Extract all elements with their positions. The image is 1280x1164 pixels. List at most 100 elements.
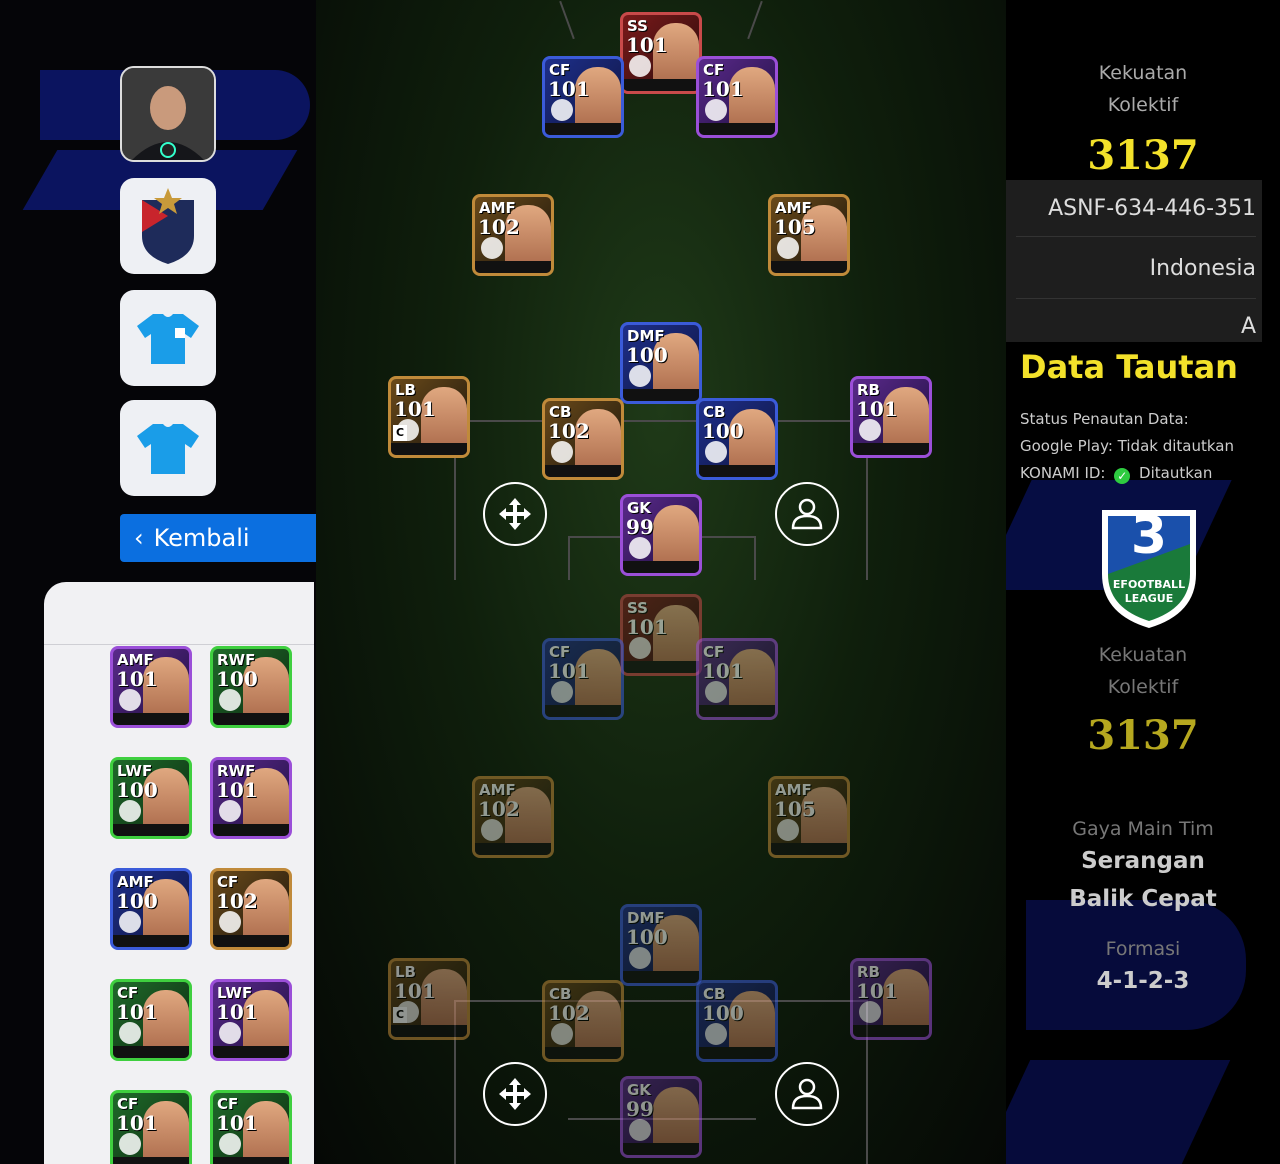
player-card[interactable]: AMF 102	[472, 194, 554, 276]
pitch-line	[454, 1000, 866, 1002]
captain-mark: C	[393, 425, 407, 441]
player-card[interactable]: SS 101	[620, 594, 702, 676]
shirt-icon	[137, 314, 199, 364]
rank: A	[1240, 314, 1256, 339]
card-skill-bar	[113, 935, 189, 947]
card-skill-bar	[623, 1143, 699, 1155]
player-rating: 101	[702, 659, 744, 683]
player-card[interactable]: AMF 102	[472, 776, 554, 858]
background-decoration	[1026, 900, 1246, 1030]
card-skill-bar	[623, 389, 699, 401]
club-badge-icon	[551, 441, 573, 463]
konami-id-status: KONAMI ID: ✓ Ditautkan	[1020, 464, 1212, 484]
card-skill-bar	[545, 1047, 621, 1059]
player-rating: 101	[394, 979, 436, 1003]
home-kit-button[interactable]	[120, 290, 216, 386]
player-rating: 101	[216, 778, 258, 802]
move-arrows-icon	[499, 1078, 531, 1110]
data-link-title: Data Tautan	[1020, 348, 1238, 386]
player-info-button[interactable]	[775, 1062, 839, 1126]
player-card[interactable]: CF 101	[110, 979, 192, 1061]
player-card[interactable]: CF 101	[696, 56, 778, 138]
konami-id-label: KONAMI ID:	[1020, 464, 1106, 482]
move-players-button[interactable]	[483, 1062, 547, 1126]
club-badge-icon	[629, 365, 651, 387]
player-rating: 102	[478, 215, 520, 239]
club-badge-icon	[777, 819, 799, 841]
player-info-button[interactable]	[775, 482, 839, 546]
move-players-button[interactable]	[483, 482, 547, 546]
player-card[interactable]: RWF 101	[210, 757, 292, 839]
club-badge-icon	[551, 1023, 573, 1045]
player-card[interactable]: LWF 100	[110, 757, 192, 839]
club-badge-icon	[705, 99, 727, 121]
card-skill-bar	[213, 1157, 289, 1164]
player-card[interactable]: CF 101	[110, 1090, 192, 1164]
player-card[interactable]: LB 101 C	[388, 376, 470, 458]
pitch-line	[559, 0, 575, 40]
player-rating: 101	[856, 397, 898, 421]
player-rating: 101	[116, 1000, 158, 1024]
card-skill-bar	[771, 843, 847, 855]
player-card[interactable]: CB 100	[696, 398, 778, 480]
club-badge-icon	[629, 1119, 651, 1141]
club-badge-icon	[219, 1133, 241, 1155]
panel-divider	[44, 644, 314, 645]
player-card[interactable]: RB 101	[850, 376, 932, 458]
club-badge-icon	[859, 1001, 881, 1023]
player-card[interactable]: RB 101	[850, 958, 932, 1040]
card-skill-bar	[853, 443, 929, 455]
player-card[interactable]: AMF 105	[768, 194, 850, 276]
club-badge-icon	[481, 237, 503, 259]
player-rating: 101	[856, 979, 898, 1003]
manager-button[interactable]	[120, 66, 216, 162]
back-button[interactable]: ‹ Kembali	[120, 514, 316, 562]
player-card[interactable]: CF 101	[210, 1090, 292, 1164]
club-badge-icon	[481, 819, 503, 841]
club-badge-icon	[705, 1023, 727, 1045]
player-card[interactable]: CF 101	[542, 638, 624, 720]
player-portrait	[653, 1087, 699, 1145]
club-badge-icon	[705, 441, 727, 463]
card-skill-bar	[213, 1046, 289, 1058]
player-card[interactable]: LWF 101	[210, 979, 292, 1061]
player-card[interactable]: GK 99	[620, 1076, 702, 1158]
left-panel: ‹ Kembali AMF 101 RWF 100 LWF 100 RWF 101 AMF 100…	[0, 0, 316, 1164]
card-skill-bar	[213, 713, 289, 725]
player-card[interactable]: CB 102	[542, 980, 624, 1062]
card-skill-bar	[699, 1047, 775, 1059]
player-card[interactable]: AMF 105	[768, 776, 850, 858]
player-card[interactable]: CF 102	[210, 868, 292, 950]
player-card[interactable]: SS 101	[620, 12, 702, 94]
club-crest-icon	[142, 188, 194, 264]
away-kit-button[interactable]	[120, 400, 216, 496]
card-skill-bar	[113, 824, 189, 836]
player-rating: 102	[478, 797, 520, 821]
player-rating: 100	[626, 925, 668, 949]
player-card[interactable]: CF 101	[696, 638, 778, 720]
background-decoration	[1006, 1060, 1231, 1164]
player-card[interactable]: AMF 101	[110, 646, 192, 728]
player-card[interactable]: DMF 100	[620, 322, 702, 404]
player-card[interactable]: LB 101 C	[388, 958, 470, 1040]
card-skill-bar	[113, 713, 189, 725]
card-skill-bar	[113, 1046, 189, 1058]
card-skill-bar	[475, 261, 551, 273]
team-strength-label: Kekuatan	[1098, 62, 1188, 84]
player-rating: 101	[116, 1111, 158, 1135]
divider	[1016, 236, 1256, 237]
player-card[interactable]: AMF 100	[110, 868, 192, 950]
card-skill-bar	[623, 79, 699, 91]
club-badge-icon	[629, 55, 651, 77]
club-badge-icon	[629, 537, 651, 559]
player-card[interactable]: GK 99	[620, 494, 702, 576]
player-card[interactable]: CF 101	[542, 56, 624, 138]
player-card[interactable]: CB 100	[696, 980, 778, 1062]
player-card[interactable]: CB 102	[542, 398, 624, 480]
move-arrows-icon	[499, 498, 531, 530]
player-card[interactable]: DMF 100	[620, 904, 702, 986]
link-status-label: Status Penautan Data:	[1020, 410, 1189, 428]
player-rating: 105	[774, 215, 816, 239]
club-emblem-button[interactable]	[120, 178, 216, 274]
player-card[interactable]: RWF 100	[210, 646, 292, 728]
